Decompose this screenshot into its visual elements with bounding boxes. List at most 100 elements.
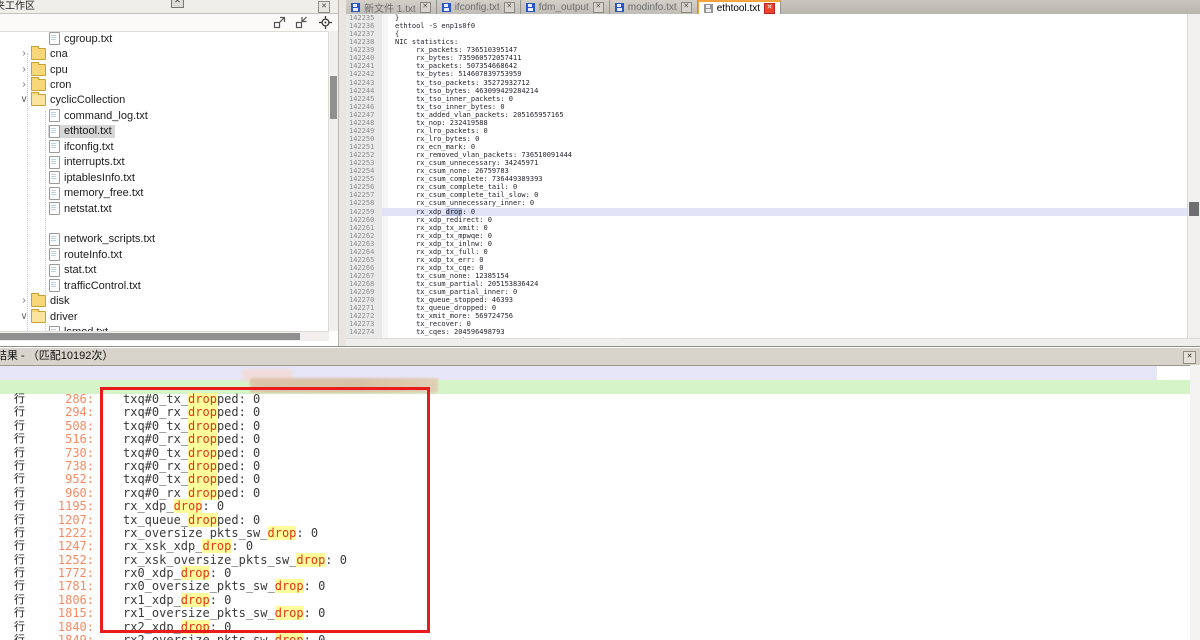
tree-item-disk[interactable]: ›disk bbox=[0, 293, 329, 308]
tree-item-driver[interactable]: ∨driver bbox=[0, 309, 329, 324]
chevron-right-icon[interactable]: › bbox=[18, 49, 30, 59]
tree-item-network_scripts.txt[interactable]: network_scripts.txt bbox=[0, 232, 329, 247]
tree-item-lsmod.txt[interactable]: lsmod.txt bbox=[0, 324, 329, 331]
tree-item-command_log.txt[interactable]: command_log.txt bbox=[0, 108, 329, 123]
tree-item-cron[interactable]: ›cron bbox=[0, 77, 329, 92]
search-result-row[interactable]: 行294:rxq#0_rx_dropped: 0 bbox=[0, 406, 1190, 419]
editor-line[interactable]: 142261 rx_xdp_tx_xmit: 0 bbox=[346, 224, 1188, 232]
document-tab[interactable]: 新文件 1.txt✕ bbox=[346, 0, 437, 14]
search-result-row[interactable]: 行960:rxq#0_rx_dropped: 0 bbox=[0, 487, 1190, 500]
editor-line[interactable]: 142256 rx_csum_complete_tail: 0 bbox=[346, 183, 1188, 191]
tree-vertical-scrollbar-thumb[interactable] bbox=[330, 76, 337, 119]
search-result-row[interactable]: 行952:txq#0_tx_dropped: 0 bbox=[0, 473, 1190, 486]
tree-item-netstat.txt[interactable]: netstat.txt bbox=[0, 201, 329, 216]
editor-line[interactable]: 142267 tx_csum_none: 12385154 bbox=[346, 272, 1188, 280]
editor-line[interactable]: 142253 rx_csum_unnecessary: 34245971 bbox=[346, 159, 1188, 167]
tree-item-interrupts.txt[interactable]: interrupts.txt bbox=[0, 155, 329, 170]
tree-item-ifconfig.txt[interactable]: ifconfig.txt bbox=[0, 139, 329, 154]
editor-line[interactable]: 142250 rx_lro_bytes: 0 bbox=[346, 135, 1188, 143]
tree-item-iptablesInfo.txt[interactable]: iptablesInfo.txt bbox=[0, 170, 329, 185]
text-editor[interactable]: 142235}142236ethtool -S enp1s0f0142237{1… bbox=[346, 14, 1188, 338]
editor-line[interactable]: 142235} bbox=[346, 14, 1188, 22]
tree-item-stat.txt[interactable]: stat.txt bbox=[0, 263, 329, 278]
search-result-row[interactable]: 行1772:rx0_xdp_drop: 0 bbox=[0, 567, 1190, 580]
editor-line[interactable]: 142255 rx_csum_complete: 736449389393 bbox=[346, 175, 1188, 183]
editor-line[interactable]: 142271 tx_queue_dropped: 0 bbox=[346, 304, 1188, 312]
chevron-right-icon[interactable]: › bbox=[18, 80, 30, 90]
search-result-row[interactable]: 行1849:rx2_oversize_pkts_sw_drop: 0 bbox=[0, 634, 1190, 640]
chevron-right-icon[interactable]: › bbox=[18, 296, 30, 306]
editor-line[interactable]: 142258 rx_csum_unnecessary_inner: 0 bbox=[346, 199, 1188, 207]
editor-line[interactable]: 142254 rx_csum_none: 26759783 bbox=[346, 167, 1188, 175]
editor-line[interactable]: 142269 tx_csum_partial_inner: 0 bbox=[346, 288, 1188, 296]
editor-line[interactable]: 142240 rx_bytes: 735960572057411 bbox=[346, 54, 1188, 62]
locate-current-file-icon[interactable] bbox=[319, 16, 332, 29]
editor-line[interactable]: 142263 rx_xdp_tx_inlnw: 0 bbox=[346, 240, 1188, 248]
results-close-icon[interactable]: ✕ bbox=[1183, 351, 1196, 364]
search-result-row[interactable]: 行1222:rx_oversize_pkts_sw_drop: 0 bbox=[0, 527, 1190, 540]
tree-item-cpu[interactable]: ›cpu bbox=[0, 62, 329, 77]
tree-vertical-scrollbar[interactable] bbox=[328, 31, 338, 331]
chevron-down-icon[interactable]: ∨ bbox=[18, 312, 30, 322]
tree-item-cyclicCollection[interactable]: ∨cyclicCollection bbox=[0, 93, 329, 108]
close-tab-icon[interactable]: ✕ bbox=[593, 2, 604, 13]
tree-item-memory_free.txt[interactable]: memory_free.txt bbox=[0, 185, 329, 200]
tree-horizontal-scrollbar[interactable] bbox=[0, 331, 329, 341]
expand-all-icon[interactable] bbox=[273, 16, 286, 29]
result-file-path-line[interactable]: E:\日志\armod0523.odata.ncmp.unicom.locaar… bbox=[0, 380, 1200, 394]
editor-line[interactable]: 142238NIC statistics: bbox=[346, 38, 1188, 46]
search-summary-line[interactable]: 搜索 "drop" （1个文件中匹配到10192次，总计次） bbox=[0, 366, 1157, 380]
editor-line[interactable]: 142260 rx_xdp_redirect: 0 bbox=[346, 216, 1188, 224]
search-result-row[interactable]: 行1252:rx_xsk_oversize_pkts_sw_drop: 0 bbox=[0, 554, 1190, 567]
editor-line[interactable]: 142264 rx_xdp_tx_full: 0 bbox=[346, 248, 1188, 256]
document-tab[interactable]: modinfo.txt✕ bbox=[610, 0, 698, 14]
editor-line[interactable]: 142265 rx_xdp_tx_err: 0 bbox=[346, 256, 1188, 264]
editor-line[interactable]: 142251 rx_ecn_mark: 0 bbox=[346, 143, 1188, 151]
editor-line[interactable]: 142252 rx_removed_vlan_packets: 73651009… bbox=[346, 151, 1188, 159]
window-close-icon[interactable]: ✕ bbox=[171, 0, 184, 8]
search-result-row[interactable]: 行730:txq#0_tx_dropped: 0 bbox=[0, 447, 1190, 460]
collapse-all-icon[interactable] bbox=[295, 16, 308, 29]
editor-line[interactable]: 142237{ bbox=[346, 30, 1188, 38]
search-result-row[interactable]: 行1815:rx1_oversize_pkts_sw_drop: 0 bbox=[0, 607, 1190, 620]
editor-line[interactable]: 142262 rx_xdp_tx_mpwqe: 0 bbox=[346, 232, 1188, 240]
editor-line[interactable]: 142273 tx_recover: 0 bbox=[346, 320, 1188, 328]
search-result-row[interactable]: 行516:rxq#0_rx_dropped: 0 bbox=[0, 433, 1190, 446]
editor-vertical-scrollbar-thumb[interactable] bbox=[1189, 202, 1199, 216]
editor-line[interactable]: 142266 rx_xdp_tx_cqe: 0 bbox=[346, 264, 1188, 272]
tree-item-routeInfo.txt[interactable]: routeInfo.txt bbox=[0, 247, 329, 262]
editor-line[interactable]: 142243 tx_tso_packets: 35272932712 bbox=[346, 79, 1188, 87]
workspace-close-icon[interactable]: ✕ bbox=[318, 1, 330, 13]
editor-line[interactable]: 142236ethtool -S enp1s0f0 bbox=[346, 22, 1188, 30]
close-tab-icon[interactable]: ✕ bbox=[504, 2, 515, 13]
search-result-row[interactable]: 行1806:rx1_xdp_drop: 0 bbox=[0, 594, 1190, 607]
search-result-row[interactable]: 行1195:rx_xdp_drop: 0 bbox=[0, 500, 1190, 513]
editor-line[interactable]: 142249 rx_lro_packets: 0 bbox=[346, 127, 1188, 135]
editor-line[interactable]: 142268 tx_csum_partial: 205153836424 bbox=[346, 280, 1188, 288]
search-result-row[interactable]: 行1840:rx2_xdp_drop: 0 bbox=[0, 621, 1190, 634]
document-tab[interactable]: fdm_output✕ bbox=[521, 0, 610, 14]
chevron-down-icon[interactable]: ∨ bbox=[18, 95, 30, 105]
editor-vertical-scrollbar[interactable] bbox=[1187, 14, 1200, 338]
editor-line[interactable]: 142246 tx_tso_inner_bytes: 0 bbox=[346, 103, 1188, 111]
editor-line[interactable]: 142248 tx_nop: 232419588 bbox=[346, 119, 1188, 127]
tree-item-cna[interactable]: ›cna bbox=[0, 46, 329, 61]
editor-line[interactable]: 142245 tx_tso_inner_packets: 0 bbox=[346, 95, 1188, 103]
close-tab-icon[interactable]: ✕ bbox=[420, 2, 431, 13]
chevron-right-icon[interactable]: › bbox=[18, 65, 30, 75]
editor-line[interactable]: 142242 tx_bytes: 514607839753959 bbox=[346, 70, 1188, 78]
editor-line[interactable]: 142270 tx_queue_stopped: 46393 bbox=[346, 296, 1188, 304]
panel-splitter[interactable] bbox=[339, 0, 346, 346]
editor-line[interactable]: 142241 tx_packets: 507354668642 bbox=[346, 62, 1188, 70]
tree-horizontal-scrollbar-thumb[interactable] bbox=[0, 333, 300, 340]
close-tab-icon[interactable]: ✕ bbox=[764, 3, 775, 14]
tree-item-ethtool.txt[interactable]: ethtool.txt bbox=[0, 124, 329, 139]
editor-line[interactable]: 142259 rx_xdp_drop: 0 bbox=[346, 208, 1188, 216]
close-tab-icon[interactable]: ✕ bbox=[681, 2, 692, 13]
document-tab[interactable]: ethtool.txt✕ bbox=[698, 0, 781, 14]
editor-line[interactable]: 142247 tx_added_vlan_packets: 2051659571… bbox=[346, 111, 1188, 119]
document-tab[interactable]: ifconfig.txt✕ bbox=[437, 0, 521, 14]
editor-line[interactable]: 142239 rx_packets: 736510395147 bbox=[346, 46, 1188, 54]
search-result-row[interactable]: 行1781:rx0_oversize_pkts_sw_drop: 0 bbox=[0, 580, 1190, 593]
search-result-row[interactable]: 行286:txq#0_tx_dropped: 0 bbox=[0, 393, 1190, 406]
